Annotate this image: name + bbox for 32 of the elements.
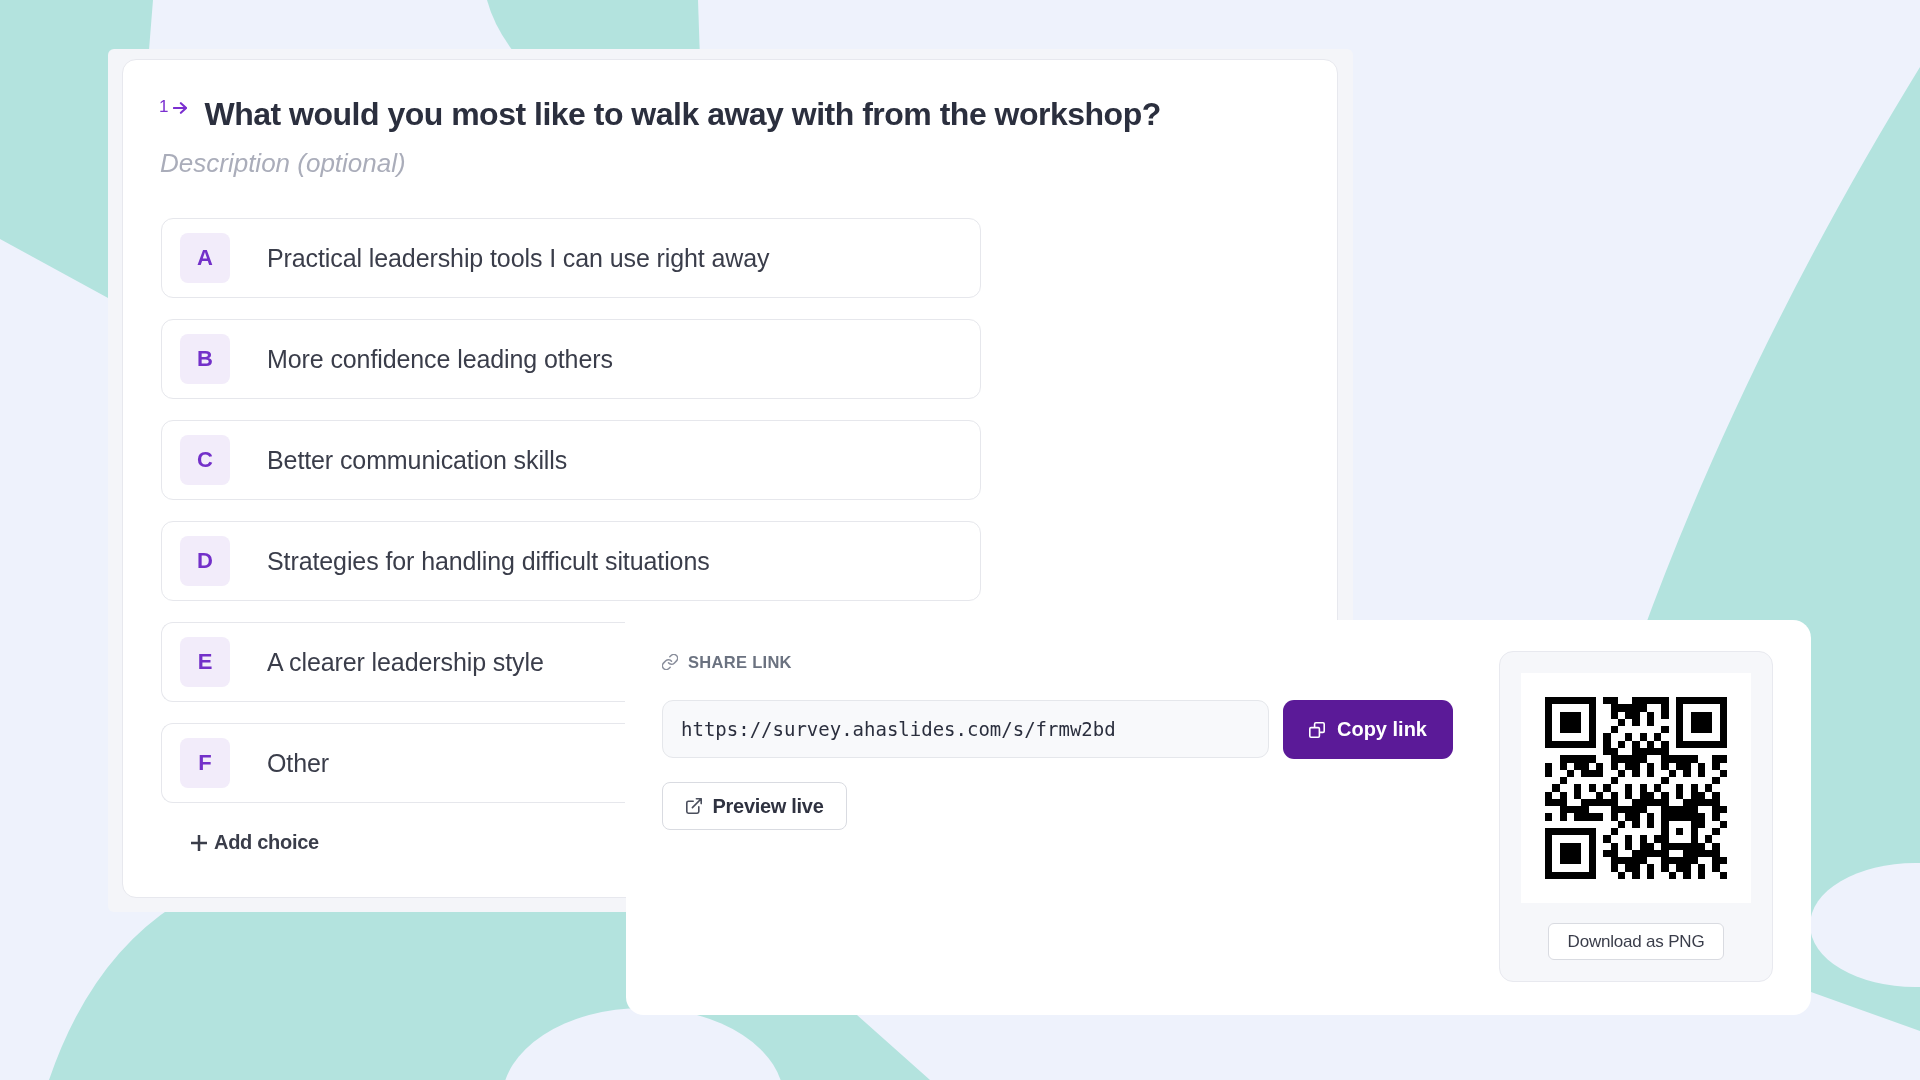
- copy-link-button[interactable]: Copy link: [1283, 700, 1453, 759]
- plus-icon: [191, 834, 207, 851]
- letter-badge: F: [180, 738, 230, 788]
- choice-text: More confidence leading others: [267, 344, 613, 374]
- choice-option[interactable]: D Strategies for handling difficult situations: [161, 521, 981, 601]
- choice-text: Other: [267, 748, 330, 778]
- link-icon: [662, 654, 678, 670]
- arrow-right-icon: [173, 102, 188, 114]
- question-number: 1: [159, 97, 169, 117]
- share-link-label: SHARE LINK: [688, 652, 792, 672]
- choice-option[interactable]: B More confidence leading others: [161, 319, 981, 399]
- letter-badge: A: [180, 233, 230, 283]
- add-choice-button[interactable]: Add choice: [181, 825, 329, 860]
- choice-text: A clearer leadership style: [267, 647, 544, 677]
- choice-text: Better communication skills: [267, 445, 568, 475]
- question-title: What would you most like to walk away with from the workshop?: [204, 95, 1161, 134]
- external-link-icon: [685, 798, 702, 814]
- letter-badge: E: [180, 637, 230, 687]
- letter-badge: B: [180, 334, 230, 384]
- choice-option[interactable]: E A clearer leadership style: [161, 622, 625, 702]
- letter-badge: D: [180, 536, 230, 586]
- choice-option[interactable]: C Better communication skills: [161, 420, 981, 500]
- choice-option[interactable]: F Other: [161, 723, 625, 803]
- preview-live-button[interactable]: Preview live: [662, 782, 847, 830]
- copy-icon: [1309, 721, 1325, 738]
- choice-option[interactable]: A Practical leadership tools I can use right away: [161, 218, 981, 298]
- choice-text: Practical leadership tools I can use right away: [267, 243, 770, 273]
- letter-badge: C: [180, 435, 230, 485]
- url-field[interactable]: https://survey.ahaslides.com/s/frmw2bd: [662, 700, 1269, 758]
- download-png-button[interactable]: Download as PNG: [1548, 923, 1724, 960]
- description-field[interactable]: Description (optional): [160, 146, 760, 180]
- choice-text: Strategies for handling difficult situations: [267, 546, 710, 576]
